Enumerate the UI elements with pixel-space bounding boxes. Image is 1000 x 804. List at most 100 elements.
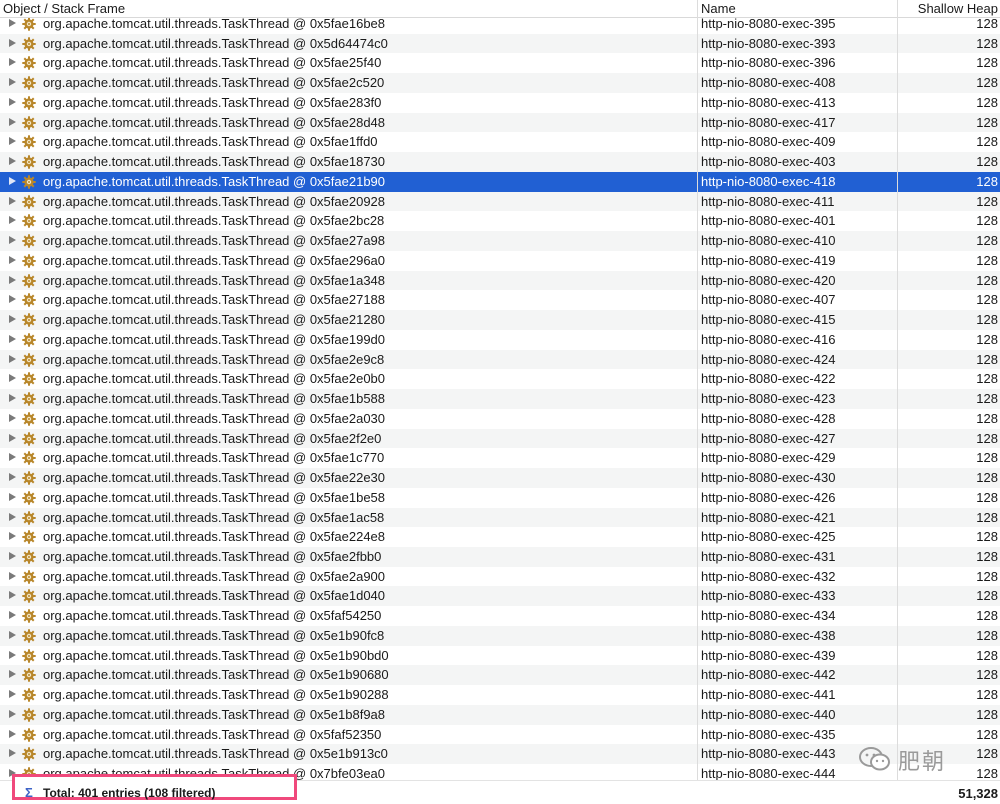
- expand-triangle-icon[interactable]: [9, 611, 16, 620]
- expand-triangle-icon[interactable]: [9, 334, 16, 343]
- expand-triangle-icon[interactable]: [9, 394, 16, 403]
- table-row[interactable]: org.apache.tomcat.util.threads.TaskThrea…: [0, 132, 1000, 152]
- table-row[interactable]: org.apache.tomcat.util.threads.TaskThrea…: [0, 567, 1000, 587]
- expand-triangle-icon[interactable]: [9, 492, 16, 501]
- expand-triangle-icon[interactable]: [9, 97, 16, 106]
- table-row[interactable]: org.apache.tomcat.util.threads.TaskThrea…: [0, 546, 1000, 567]
- table-row[interactable]: org.apache.tomcat.util.threads.TaskThrea…: [0, 93, 1000, 113]
- table-row[interactable]: org.apache.tomcat.util.threads.TaskThrea…: [0, 211, 1000, 231]
- table-row[interactable]: org.apache.tomcat.util.threads.TaskThrea…: [0, 448, 1000, 468]
- expand-triangle-icon[interactable]: [9, 690, 16, 699]
- column-header-name[interactable]: Name: [701, 0, 736, 17]
- table-row[interactable]: org.apache.tomcat.util.threads.TaskThrea…: [0, 191, 1000, 212]
- expand-triangle-icon[interactable]: [9, 433, 16, 442]
- table-row[interactable]: org.apache.tomcat.util.threads.TaskThrea…: [0, 507, 1000, 528]
- expand-triangle-icon[interactable]: [9, 571, 16, 580]
- name-cell: http-nio-8080-exec-435: [701, 726, 836, 742]
- table-row[interactable]: org.apache.tomcat.util.threads.TaskThrea…: [0, 231, 1000, 251]
- expand-triangle-icon[interactable]: [9, 591, 16, 600]
- expand-triangle-icon[interactable]: [9, 38, 16, 47]
- name-cell: http-nio-8080-exec-407: [701, 292, 836, 308]
- expand-triangle-icon[interactable]: [9, 117, 16, 126]
- shallow-heap-cell: 128: [976, 272, 998, 288]
- object-cell: org.apache.tomcat.util.threads.TaskThrea…: [43, 312, 386, 328]
- object-cell: org.apache.tomcat.util.threads.TaskThrea…: [43, 687, 389, 703]
- table-row[interactable]: org.apache.tomcat.util.threads.TaskThrea…: [0, 389, 1000, 409]
- expand-triangle-icon[interactable]: [9, 413, 16, 422]
- expand-triangle-icon[interactable]: [9, 709, 16, 718]
- table-row[interactable]: org.apache.tomcat.util.threads.TaskThrea…: [0, 725, 1000, 745]
- gear-icon: [22, 254, 36, 268]
- expand-triangle-icon[interactable]: [9, 650, 16, 659]
- table-row[interactable]: org.apache.tomcat.util.threads.TaskThrea…: [0, 73, 1000, 93]
- table-row[interactable]: org.apache.tomcat.util.threads.TaskThrea…: [0, 606, 1000, 626]
- table-row[interactable]: org.apache.tomcat.util.threads.TaskThrea…: [0, 428, 1000, 449]
- object-cell: org.apache.tomcat.util.threads.TaskThrea…: [43, 568, 386, 584]
- name-cell: http-nio-8080-exec-396: [701, 55, 836, 71]
- table-row[interactable]: org.apache.tomcat.util.threads.TaskThrea…: [0, 290, 1000, 310]
- name-cell: http-nio-8080-exec-410: [701, 233, 836, 249]
- expand-triangle-icon[interactable]: [9, 354, 16, 363]
- table-row[interactable]: org.apache.tomcat.util.threads.TaskThrea…: [0, 53, 1000, 73]
- gear-icon: [22, 727, 36, 742]
- expand-triangle-icon[interactable]: [9, 275, 16, 284]
- expand-triangle-icon[interactable]: [9, 512, 16, 521]
- column-header-object[interactable]: Object / Stack Frame: [3, 0, 125, 17]
- shallow-heap-cell: 128: [976, 529, 998, 545]
- expand-triangle-icon[interactable]: [9, 374, 16, 383]
- shallow-heap-cell: 128: [976, 489, 998, 505]
- expand-triangle-icon[interactable]: [9, 630, 16, 639]
- table-row[interactable]: org.apache.tomcat.util.threads.TaskThrea…: [0, 349, 1000, 370]
- table-row[interactable]: org.apache.tomcat.util.threads.TaskThrea…: [0, 625, 1000, 646]
- expand-triangle-icon[interactable]: [9, 58, 16, 67]
- table-row[interactable]: org.apache.tomcat.util.threads.TaskThrea…: [0, 685, 1000, 705]
- table-row[interactable]: org.apache.tomcat.util.threads.TaskThrea…: [0, 369, 1000, 389]
- table-row[interactable]: org.apache.tomcat.util.threads.TaskThrea…: [0, 310, 1000, 330]
- expand-triangle-icon[interactable]: [9, 236, 16, 245]
- expand-triangle-icon[interactable]: [9, 295, 16, 304]
- table-row[interactable]: org.apache.tomcat.util.threads.TaskThrea…: [0, 270, 1000, 291]
- expand-triangle-icon[interactable]: [9, 216, 16, 225]
- name-cell: http-nio-8080-exec-418: [701, 173, 836, 189]
- table-row[interactable]: org.apache.tomcat.util.threads.TaskThrea…: [0, 488, 1000, 508]
- table-row[interactable]: org.apache.tomcat.util.threads.TaskThrea…: [0, 33, 1000, 54]
- table-row[interactable]: org.apache.tomcat.util.threads.TaskThrea…: [0, 704, 1000, 725]
- total-entries-label: Total: 401 entries (108 filtered): [43, 786, 216, 800]
- shallow-heap-cell: 128: [976, 312, 998, 328]
- expand-triangle-icon[interactable]: [9, 315, 16, 324]
- expand-triangle-icon[interactable]: [9, 532, 16, 541]
- expand-triangle-icon[interactable]: [9, 78, 16, 87]
- name-cell: http-nio-8080-exec-417: [701, 114, 836, 130]
- expand-triangle-icon[interactable]: [9, 19, 16, 27]
- expand-triangle-icon[interactable]: [9, 196, 16, 205]
- table-row[interactable]: org.apache.tomcat.util.threads.TaskThrea…: [0, 468, 1000, 488]
- expand-triangle-icon[interactable]: [9, 453, 16, 462]
- column-divider[interactable]: [697, 0, 698, 803]
- name-cell: http-nio-8080-exec-421: [701, 509, 836, 525]
- table-row[interactable]: org.apache.tomcat.util.threads.TaskThrea…: [0, 744, 1000, 765]
- column-divider[interactable]: [897, 0, 898, 803]
- expand-triangle-icon[interactable]: [9, 551, 16, 560]
- table-row[interactable]: org.apache.tomcat.util.threads.TaskThrea…: [0, 409, 1000, 429]
- expand-triangle-icon[interactable]: [9, 749, 16, 758]
- expand-triangle-icon[interactable]: [9, 157, 16, 166]
- shallow-heap-cell: 128: [976, 252, 998, 268]
- expand-triangle-icon[interactable]: [9, 176, 16, 185]
- table-row[interactable]: org.apache.tomcat.util.threads.TaskThrea…: [0, 586, 1000, 607]
- table-row[interactable]: org.apache.tomcat.util.threads.TaskThrea…: [0, 152, 1000, 172]
- expand-triangle-icon[interactable]: [9, 729, 16, 738]
- expand-triangle-icon[interactable]: [9, 255, 16, 264]
- table-row[interactable]: org.apache.tomcat.util.threads.TaskThrea…: [0, 646, 1000, 666]
- table-row[interactable]: org.apache.tomcat.util.threads.TaskThrea…: [0, 171, 1000, 192]
- expand-triangle-icon[interactable]: [9, 473, 16, 482]
- column-header-shallow-heap[interactable]: Shallow Heap: [918, 0, 998, 17]
- table-row[interactable]: org.apache.tomcat.util.threads.TaskThrea…: [0, 112, 1000, 133]
- gear-icon: [22, 333, 36, 347]
- name-cell: http-nio-8080-exec-440: [701, 706, 836, 722]
- table-row[interactable]: org.apache.tomcat.util.threads.TaskThrea…: [0, 330, 1000, 350]
- expand-triangle-icon[interactable]: [9, 670, 16, 679]
- table-row[interactable]: org.apache.tomcat.util.threads.TaskThrea…: [0, 527, 1000, 547]
- table-row[interactable]: org.apache.tomcat.util.threads.TaskThrea…: [0, 251, 1000, 271]
- table-row[interactable]: org.apache.tomcat.util.threads.TaskThrea…: [0, 665, 1000, 686]
- expand-triangle-icon[interactable]: [9, 137, 16, 146]
